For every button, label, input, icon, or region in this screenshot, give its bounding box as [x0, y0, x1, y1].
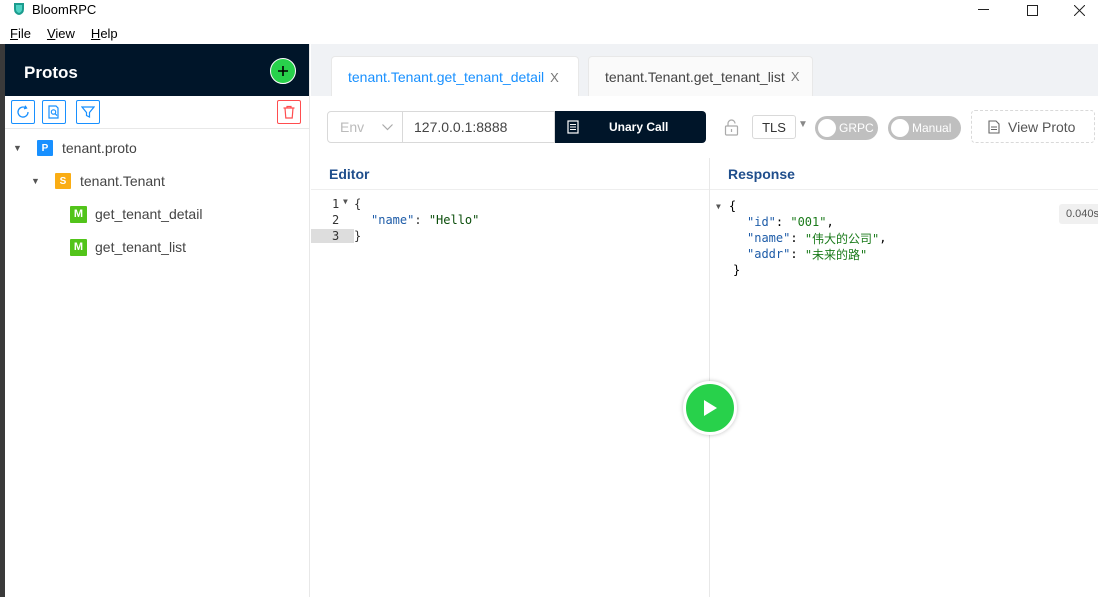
- proto-badge-icon: P: [37, 140, 53, 156]
- tls-select[interactable]: TLS: [752, 115, 796, 139]
- tab-label: tenant.Tenant.get_tenant_detail: [348, 69, 545, 85]
- response-header: Response: [710, 158, 1098, 190]
- fold-icon[interactable]: ▼: [343, 197, 348, 206]
- grpc-web-toggle[interactable]: GRPC: [815, 116, 878, 140]
- menu-view[interactable]: View: [37, 24, 81, 44]
- minimize-button[interactable]: [960, 0, 1006, 20]
- trash-icon: [283, 105, 295, 119]
- reload-protos-button[interactable]: [11, 100, 35, 124]
- tree-node-label: tenant.Tenant: [80, 173, 165, 189]
- tree-node-service[interactable]: ▼ S tenant.Tenant: [31, 169, 165, 193]
- file-icon: [988, 119, 1000, 134]
- protos-title: Protos: [24, 63, 78, 82]
- code-text: {: [354, 197, 362, 211]
- editor-header: Editor: [311, 158, 709, 190]
- json-brace: }: [733, 263, 741, 277]
- window-title: BloomRPC: [32, 2, 97, 17]
- response-field: "name": "伟大的公司",: [747, 231, 887, 246]
- code-text: }: [354, 229, 362, 243]
- manual-toggle-label: Manual: [912, 121, 952, 135]
- json-brace: {: [728, 199, 737, 213]
- filter-icon: [81, 106, 95, 118]
- import-path-button[interactable]: [42, 100, 66, 124]
- call-type-label: Unary Call: [609, 120, 669, 134]
- title-bar: BloomRPC: [0, 0, 1098, 20]
- tree-node-label: get_tenant_list: [95, 239, 187, 255]
- json-value: "Hello": [428, 213, 480, 227]
- line-number: 1: [332, 197, 340, 211]
- view-proto-button[interactable]: View Proto: [971, 110, 1095, 143]
- tree-node-label: tenant.proto: [62, 140, 137, 156]
- tree-node-proto[interactable]: ▼ P tenant.proto: [13, 136, 137, 160]
- method-badge-icon: M: [70, 238, 87, 256]
- line-number: 3: [332, 229, 340, 243]
- document-icon: [567, 120, 579, 134]
- add-proto-button[interactable]: [270, 58, 296, 84]
- unlock-icon[interactable]: [724, 119, 739, 136]
- response-title: Response: [728, 165, 795, 182]
- editor-line[interactable]: 1 ▼ {: [311, 196, 709, 212]
- menu-file[interactable]: File: [0, 24, 37, 44]
- env-placeholder: Env: [340, 119, 365, 135]
- panel-divider: [709, 158, 710, 597]
- service-badge-icon: S: [55, 173, 71, 189]
- tab-close-icon[interactable]: X: [550, 70, 559, 85]
- request-editor[interactable]: 1 ▼ { 2 "name": "Hello" 3 }: [311, 196, 709, 244]
- delete-protos-button[interactable]: [277, 100, 301, 124]
- method-badge-icon: M: [70, 205, 87, 223]
- request-controls: Env 127.0.0.1:8888 Unary Call TLS ▼ GRPC…: [311, 96, 1098, 158]
- caret-down-icon[interactable]: ▼: [13, 143, 23, 153]
- sidebar-header: Protos: [5, 44, 309, 96]
- manual-toggle[interactable]: Manual: [888, 116, 961, 140]
- menu-bar: File View Help: [0, 24, 124, 44]
- json-key: "name": [371, 213, 415, 227]
- sidebar-toolbar: [5, 96, 309, 129]
- env-select[interactable]: Env: [327, 111, 403, 143]
- tab-get-tenant-detail[interactable]: tenant.Tenant.get_tenant_detail X: [331, 56, 579, 97]
- fold-icon[interactable]: ▼: [716, 202, 721, 211]
- maximize-icon: [1026, 4, 1038, 16]
- call-type-button[interactable]: Unary Call: [555, 111, 706, 143]
- send-request-button[interactable]: [683, 381, 737, 435]
- tab-label: tenant.Tenant.get_tenant_list: [605, 68, 785, 85]
- tab-bar: tenant.Tenant.get_tenant_detail X tenant…: [311, 44, 1098, 97]
- bloomrpc-logo-icon: [14, 3, 24, 15]
- filter-methods-button[interactable]: [76, 100, 100, 124]
- reload-icon: [17, 105, 29, 118]
- menu-help[interactable]: Help: [81, 24, 124, 44]
- minimize-icon: [977, 9, 989, 10]
- server-address-input[interactable]: 127.0.0.1:8888: [402, 111, 555, 143]
- caret-down-icon[interactable]: ▼: [798, 119, 808, 130]
- view-proto-label: View Proto: [1008, 118, 1076, 135]
- editor-line[interactable]: 3 }: [311, 228, 709, 244]
- caret-down-icon[interactable]: ▼: [31, 176, 41, 186]
- grpc-toggle-label: GRPC: [839, 121, 874, 135]
- chevron-down-icon: [382, 123, 394, 130]
- tab-get-tenant-list[interactable]: tenant.Tenant.get_tenant_list X: [588, 56, 813, 96]
- tree-node-method-get-tenant-detail[interactable]: M get_tenant_detail: [70, 202, 202, 226]
- close-window-button[interactable]: [1056, 0, 1098, 20]
- response-field: "id": "001",: [747, 215, 834, 229]
- response-viewer[interactable]: ▼ { "id": "001", "name": "伟大的公司", "addr":…: [716, 198, 887, 278]
- maximize-button[interactable]: [1009, 0, 1055, 20]
- line-number: 2: [332, 213, 340, 227]
- tree-node-method-get-tenant-list[interactable]: M get_tenant_list: [70, 235, 186, 259]
- tab-close-icon[interactable]: X: [791, 69, 800, 84]
- response-field: "addr": "未来的路": [747, 247, 868, 262]
- play-icon: [704, 400, 717, 416]
- editor-line[interactable]: 2 "name": "Hello": [311, 212, 709, 228]
- tree-node-label: get_tenant_detail: [95, 206, 203, 222]
- file-search-icon: [48, 105, 59, 119]
- editor-title: Editor: [329, 165, 370, 182]
- plus-icon: [278, 66, 288, 76]
- close-icon: [1073, 4, 1085, 16]
- protos-sidebar: Protos ▼ P tenant.proto ▼ S tenant.Tenan…: [5, 44, 310, 597]
- response-time-badge: 0.040s: [1059, 204, 1098, 224]
